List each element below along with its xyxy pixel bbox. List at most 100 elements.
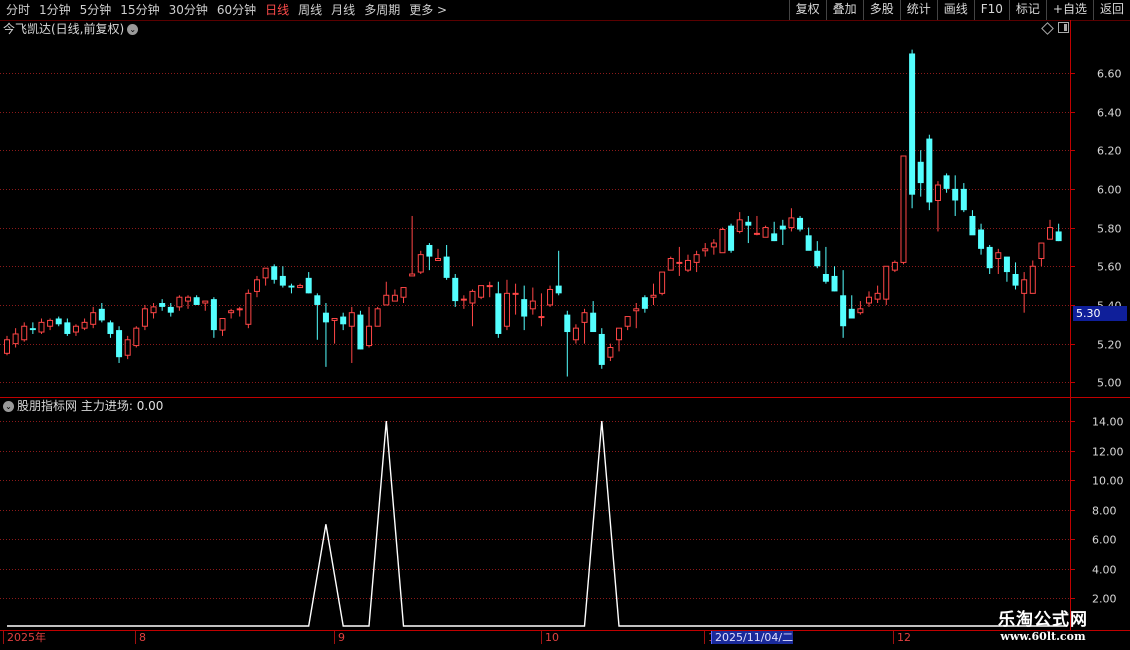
candle-body (866, 296, 872, 304)
candle-body (762, 227, 769, 238)
candle-body (245, 292, 252, 325)
candle-body (719, 229, 726, 254)
candle-body (598, 333, 605, 365)
price-tick-label: 5.20 (1097, 339, 1122, 352)
candle-body (469, 290, 476, 304)
candle-body (202, 300, 209, 304)
candle-body (47, 319, 54, 327)
candle-body (909, 53, 916, 195)
candle-body (1003, 256, 1010, 273)
candle-body (1021, 279, 1028, 294)
candle-body (529, 300, 536, 310)
candle-body (503, 292, 510, 327)
candle-body (124, 339, 131, 356)
candle-body (90, 312, 97, 325)
date-label-0: 2025年 (3, 631, 46, 644)
candle-body (357, 314, 364, 350)
stock-title: 今飞凯达(日线,前复权) (3, 22, 125, 36)
indicator-value: 0.00 (136, 399, 164, 413)
candle-body (391, 294, 398, 302)
date-label-2: 9 (334, 631, 345, 644)
chevron-down-icon[interactable]: ⌄ (127, 24, 139, 35)
candle-body (486, 285, 493, 288)
candle-body (409, 273, 416, 277)
indicator-tick-label: 6.00 (1092, 534, 1117, 547)
candle-body (710, 242, 717, 248)
sub-chart-title: ⌄ 股朋指标网 主力进场: 0.00 (3, 398, 163, 414)
price-tick-label: 6.40 (1097, 107, 1122, 120)
candle-body (495, 293, 502, 334)
candle-body (831, 275, 838, 292)
candle-body (995, 252, 1002, 260)
candle-body (305, 277, 312, 294)
candle-body (29, 328, 36, 331)
candle-body (228, 310, 235, 314)
panel-toggle-icon[interactable] (1058, 22, 1069, 33)
chart-canvas: 5.005.205.405.605.806.006.206.406.602.00… (0, 20, 1130, 631)
candle-body (952, 188, 959, 201)
diamond-icon[interactable] (1041, 22, 1054, 35)
candle-body (814, 250, 821, 267)
indicator-name: 主力进场: (80, 399, 133, 413)
date-axis: 2025年891012025/11/04/二12 (0, 631, 978, 645)
candle-body (322, 312, 329, 323)
candle-body (426, 244, 433, 257)
candle-body (676, 261, 683, 264)
candle-body (348, 312, 355, 327)
candle-body (167, 306, 174, 313)
candle-body (159, 303, 166, 307)
candle-body (788, 217, 795, 229)
candle-body (633, 308, 640, 312)
candle-body (383, 294, 390, 306)
candle-body (590, 312, 597, 333)
candle-body (64, 322, 71, 334)
candle-body (857, 308, 864, 314)
price-tick-label: 6.60 (1097, 68, 1122, 81)
candle-body (374, 308, 381, 327)
candle-body (72, 325, 79, 333)
candle-body (435, 258, 441, 261)
price-tick-label: 5.60 (1097, 261, 1122, 274)
candle-body (417, 254, 424, 273)
indicator-tick-label: 8.00 (1092, 505, 1117, 518)
candle-body (366, 325, 373, 347)
candle-body (728, 225, 735, 251)
chevron-down-icon[interactable]: ⌄ (3, 401, 14, 412)
candle-body (840, 295, 847, 327)
candle-body (1038, 242, 1045, 260)
watermark: 乐淘公式网 www.60lt.com (998, 610, 1088, 643)
indicator-tick-label: 2.00 (1092, 593, 1117, 606)
main-chart-title: 今飞凯达(日线,前复权) ⌄ (3, 21, 139, 37)
candle-body (400, 287, 407, 298)
candle-body (314, 295, 321, 305)
candle-body (176, 296, 183, 308)
candle-body (960, 188, 967, 211)
indicator-source: 股朋指标网 (17, 399, 78, 413)
candle-body (116, 330, 123, 358)
candle-body (262, 267, 269, 279)
candle-body (1055, 231, 1062, 242)
candle-body (340, 316, 347, 325)
candle-body (771, 233, 778, 242)
candle-body (443, 256, 450, 278)
watermark-title: 乐淘公式网 (998, 610, 1088, 630)
candle-body (607, 347, 614, 358)
candle-body (978, 229, 985, 249)
candle-body (650, 294, 657, 298)
watermark-url: www.60lt.com (1000, 630, 1086, 643)
candle-body (452, 277, 459, 302)
date-label-3: 10 (541, 631, 559, 644)
indicator-tick-label: 14.00 (1092, 416, 1124, 429)
candle-body (779, 225, 786, 230)
candle-body (581, 312, 588, 323)
candle-body (1047, 227, 1054, 240)
candle-body (4, 339, 10, 354)
candle-body (753, 232, 760, 235)
candle-body (193, 297, 200, 305)
candle-body (538, 316, 545, 319)
candle-body (150, 306, 157, 314)
candle-body (822, 274, 829, 282)
candle-body (98, 308, 105, 321)
price-tick-label: 6.00 (1097, 184, 1122, 197)
candle-body (478, 285, 485, 298)
